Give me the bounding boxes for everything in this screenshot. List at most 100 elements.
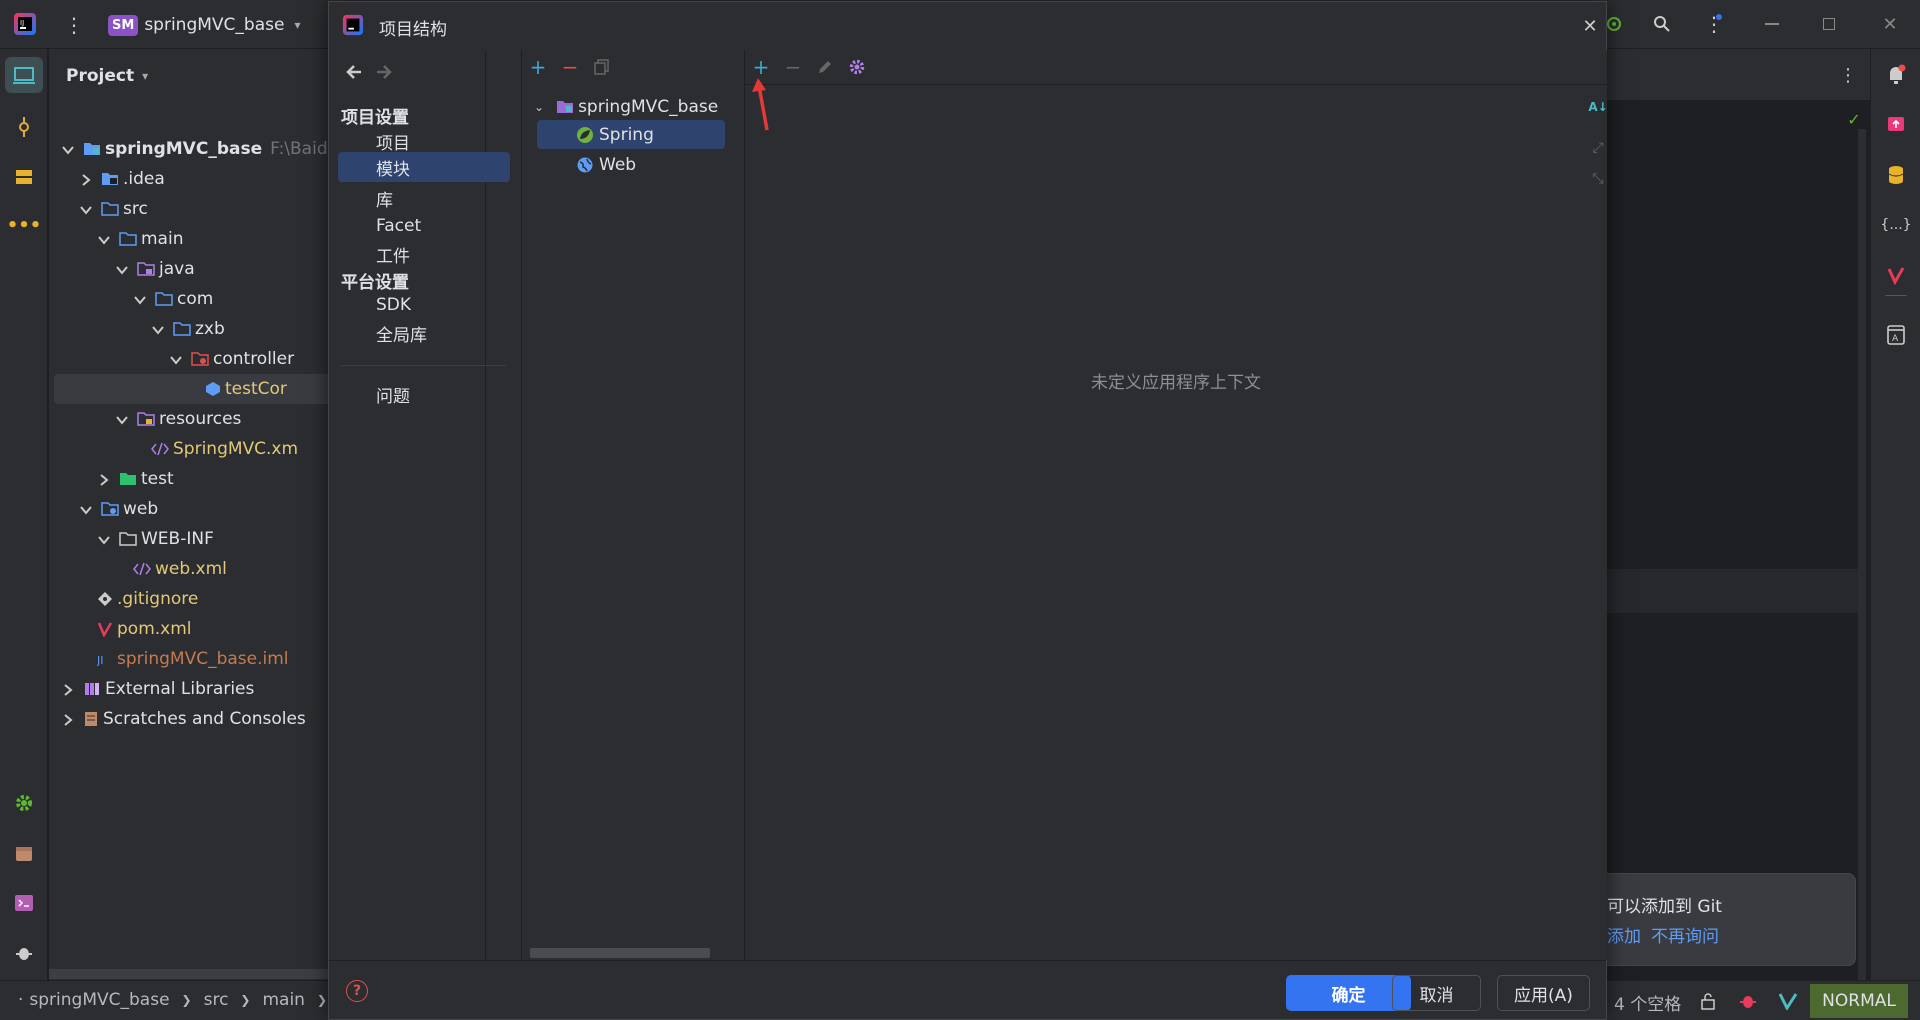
tree-node[interactable]: pom.xml <box>97 614 192 644</box>
search-icon[interactable] <box>1650 12 1674 36</box>
chevron-down-icon[interactable] <box>133 292 147 306</box>
main-menu-icon[interactable]: ⋮ <box>62 13 86 37</box>
breadcrumb-item[interactable]: src <box>204 990 229 1010</box>
module-facet-spring[interactable]: Spring <box>576 122 654 148</box>
settings-gear-icon[interactable] <box>847 57 867 77</box>
plugin-icon[interactable] <box>1884 113 1908 137</box>
tree-node[interactable]: java <box>115 254 195 284</box>
nav-problems[interactable]: 问题 <box>376 380 410 408</box>
project-tool-button[interactable] <box>5 57 43 93</box>
lock-icon[interactable] <box>1696 989 1720 1013</box>
sort-alphabetically-icon[interactable]: A↓ <box>1588 97 1608 117</box>
breadcrumb-item[interactable]: main <box>262 990 304 1010</box>
chevron-down-icon[interactable] <box>79 502 93 516</box>
services-gear-icon[interactable] <box>12 791 36 815</box>
vim-icon[interactable] <box>1776 989 1800 1013</box>
bug-icon[interactable] <box>1736 989 1760 1013</box>
chevron-right-icon[interactable] <box>61 712 75 726</box>
nav-artifacts[interactable]: 工件 <box>376 240 410 268</box>
dialog-title-bar: 项目结构 ✕ <box>329 2 1606 50</box>
tree-node[interactable]: web <box>79 494 158 524</box>
chevron-right-icon[interactable] <box>97 472 111 486</box>
indent-setting[interactable]: 4 个空格 <box>1614 990 1681 1015</box>
tree-node[interactable]: src <box>79 194 148 224</box>
maven-icon[interactable] <box>1884 263 1908 287</box>
toolbar-divider <box>745 84 1607 85</box>
commit-icon[interactable] <box>12 115 36 139</box>
tree-node[interactable]: test <box>97 464 174 494</box>
module-root[interactable]: ⌄ springMVC_base <box>534 94 718 120</box>
tree-node[interactable]: springMVC_base F:\Baidu <box>61 134 330 164</box>
structure-icon[interactable] <box>12 165 36 189</box>
remove-icon[interactable]: − <box>560 55 580 79</box>
remove-icon[interactable]: − <box>783 55 803 79</box>
breadcrumb-item[interactable]: springMVC_base <box>29 990 169 1010</box>
nav-sdk[interactable]: SDK <box>376 291 411 319</box>
copy-icon[interactable] <box>592 57 612 77</box>
chevron-right-icon[interactable] <box>61 682 75 696</box>
tree-node[interactable]: web.xml <box>133 554 227 584</box>
tree-node[interactable]: main <box>97 224 183 254</box>
tree-node[interactable]: com <box>133 284 213 314</box>
maximize-icon[interactable] <box>1823 18 1835 30</box>
notification-add-link[interactable]: 添加 <box>1607 922 1641 947</box>
tree-node[interactable]: resources <box>115 404 241 434</box>
json-icon[interactable]: {...} <box>1879 213 1913 237</box>
translation-icon[interactable]: A <box>1884 323 1908 347</box>
cancel-button[interactable]: 取消 <box>1392 975 1481 1011</box>
nav-global-libraries[interactable]: 全局库 <box>376 319 427 347</box>
chevron-down-icon[interactable] <box>115 262 129 276</box>
apply-button[interactable]: 应用(A) <box>1497 975 1590 1011</box>
close-icon[interactable]: ✕ <box>1578 14 1602 38</box>
tree-node[interactable]: JI springMVC_base.iml <box>97 644 289 674</box>
tree-node[interactable]: .idea <box>79 164 165 194</box>
terminal-icon[interactable] <box>12 891 36 915</box>
chevron-down-icon[interactable] <box>97 532 111 546</box>
add-icon[interactable]: + <box>528 55 548 79</box>
chevron-down-icon[interactable] <box>79 202 93 216</box>
help-icon[interactable]: ? <box>346 980 368 1002</box>
edit-pencil-icon[interactable] <box>815 57 835 77</box>
problems-icon[interactable] <box>12 941 36 965</box>
expand-all-icon[interactable]: ⤢ <box>1588 138 1608 158</box>
nav-facets[interactable]: Facet <box>376 212 421 240</box>
more-options-icon[interactable]: ⋮ <box>1836 63 1860 87</box>
tree-node[interactable]: External Libraries <box>61 674 254 704</box>
nav-modules[interactable]: 模块 <box>376 153 410 181</box>
horizontal-scrollbar[interactable] <box>530 948 710 958</box>
collapse-all-icon[interactable]: ⤡ <box>1588 169 1608 189</box>
horizontal-scrollbar[interactable] <box>49 969 330 979</box>
tree-node[interactable]: controller <box>169 344 294 374</box>
notification-dismiss-link[interactable]: 不再询问 <box>1651 922 1719 947</box>
close-window-icon[interactable]: ✕ <box>1878 12 1902 36</box>
tree-node-label: resources <box>159 409 242 429</box>
chevron-right-icon[interactable] <box>79 172 93 186</box>
more-tools-icon[interactable]: ••• <box>7 213 42 237</box>
project-switcher[interactable]: SM springMVC_base ▾ <box>108 11 300 39</box>
settings-more-icon[interactable]: ⋮ <box>1702 12 1726 36</box>
tree-node-label: java <box>159 259 195 279</box>
chevron-down-icon[interactable] <box>115 412 129 426</box>
chevron-down-icon[interactable] <box>151 322 165 336</box>
database-box-icon[interactable] <box>12 841 36 865</box>
tree-node[interactable]: SpringMVC.xm <box>151 434 298 464</box>
nav-project[interactable]: 项目 <box>376 127 410 155</box>
tree-node[interactable]: .gitignore <box>97 584 198 614</box>
chevron-down-icon[interactable] <box>169 352 183 366</box>
intellij-logo-icon[interactable]: IJ <box>12 11 38 37</box>
notifications-bell-icon[interactable] <box>1884 63 1908 87</box>
tree-node[interactable]: WEB-INF <box>97 524 214 554</box>
nav-libraries[interactable]: 库 <box>376 184 393 212</box>
tree-node[interactable]: zxb <box>151 314 225 344</box>
forward-arrow-icon[interactable] <box>374 62 394 82</box>
minimize-icon[interactable] <box>1765 23 1779 25</box>
tree-node[interactable]: Scratches and Consoles <box>61 704 306 734</box>
back-arrow-icon[interactable] <box>344 62 364 82</box>
module-facet-web[interactable]: Web <box>576 152 636 178</box>
editor-scrollbar[interactable] <box>1858 129 1866 999</box>
tree-node-label: pom.xml <box>117 619 192 639</box>
chevron-down-icon[interactable] <box>97 232 111 246</box>
tree-node[interactable]: testCor <box>205 374 287 404</box>
database-icon[interactable] <box>1884 163 1908 187</box>
chevron-down-icon[interactable] <box>61 142 75 156</box>
